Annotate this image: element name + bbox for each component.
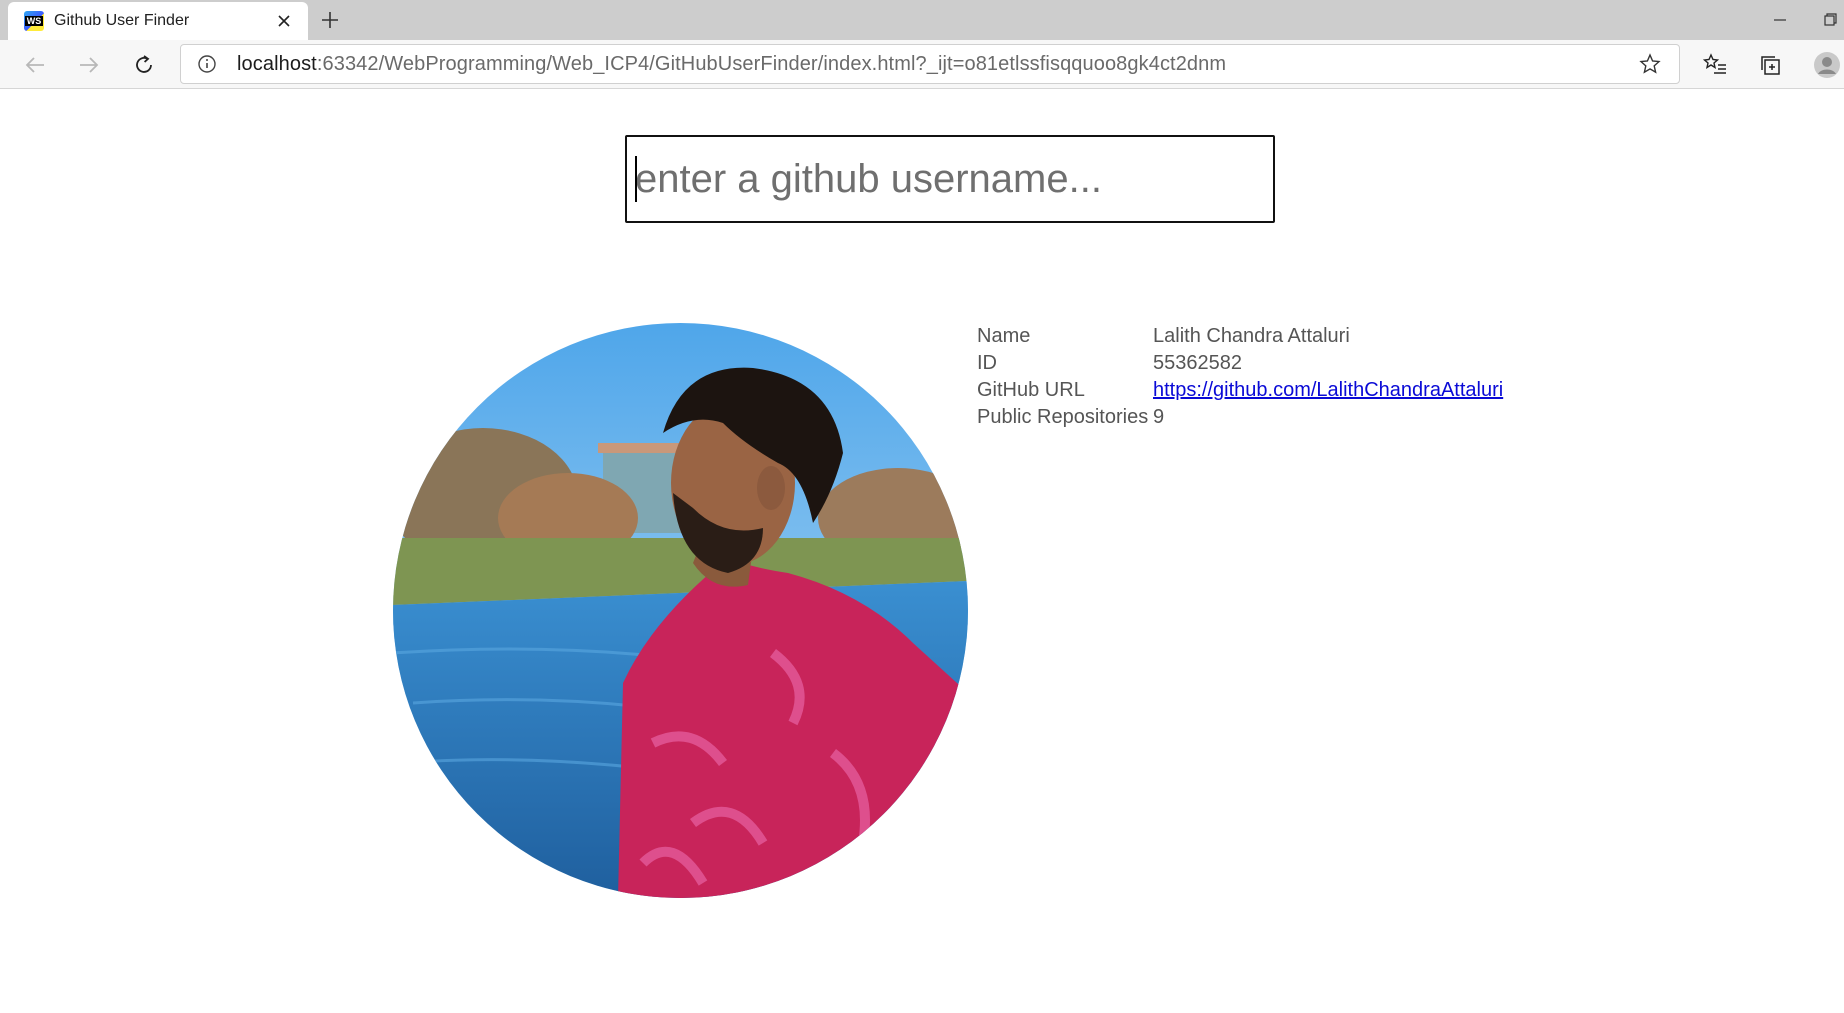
info-label: Name [977,325,1031,347]
close-icon[interactable] [270,7,298,35]
info-label: Public Repositories [977,406,1149,428]
info-row-github-url: GitHub URL https://github.com/LalithChan… [977,377,1503,404]
info-value-id: 55362582 [1153,352,1242,374]
back-arrow-icon[interactable] [18,48,52,82]
info-row-public-repos: Public Repositories 9 [977,404,1503,431]
star-icon[interactable] [1635,49,1665,79]
github-profile-link[interactable]: https://github.com/LalithChandraAttaluri [1153,377,1503,404]
profile-info: Name Lalith Chandra Attaluri ID 55362582… [977,323,1503,431]
username-search-input[interactable] [625,135,1275,223]
profile-avatar [393,323,968,898]
url-host: localhost [237,52,317,75]
info-icon[interactable] [195,52,219,76]
info-row-name: Name Lalith Chandra Attaluri [977,323,1503,350]
refresh-icon[interactable] [127,48,161,82]
browser-tab[interactable]: WS Github User Finder [8,2,308,40]
info-row-id: ID 55362582 [977,350,1503,377]
info-value-public-repos: 9 [1153,406,1165,428]
forward-arrow-icon[interactable] [72,48,106,82]
info-label: GitHub URL [977,379,1085,401]
minimize-icon[interactable] [1770,10,1790,30]
address-bar[interactable]: localhost:63342/WebProgramming/Web_ICP4/… [180,44,1680,84]
url-path: :63342/WebProgramming/Web_ICP4/GitHubUse… [316,52,1227,75]
url-text[interactable]: localhost:63342/WebProgramming/Web_ICP4/… [237,53,1635,76]
info-label: ID [977,352,997,374]
webstorm-favicon-icon: WS [24,11,44,31]
favorites-icon[interactable] [1698,48,1732,82]
profile-icon[interactable] [1810,48,1844,82]
tab-title: Github User Finder [54,12,190,29]
browser-toolbar: localhost:63342/WebProgramming/Web_ICP4/… [0,40,1844,89]
tab-bar: WS Github User Finder [0,0,1844,40]
info-value-name: Lalith Chandra Attaluri [1153,325,1350,347]
collections-icon[interactable] [1754,48,1788,82]
text-caret [635,156,637,202]
restore-icon[interactable] [1820,10,1840,30]
plus-icon[interactable] [316,6,344,34]
search-box [625,135,1275,223]
